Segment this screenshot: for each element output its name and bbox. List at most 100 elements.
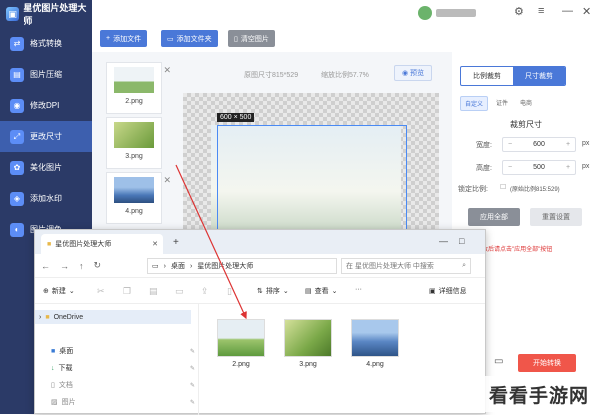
folder-icon: ■	[47, 240, 52, 248]
explorer-tab[interactable]: ■ 星优图片处理大师 ✕	[41, 234, 163, 254]
tab-ratio-crop[interactable]: 比例裁剪	[461, 67, 513, 85]
file-item[interactable]: 2.png	[211, 319, 271, 368]
add-folder-button[interactable]: ▭ 添加文件夹	[161, 30, 218, 47]
thumbnail	[114, 67, 154, 93]
sidebar-item-label: 美化图片	[30, 163, 62, 172]
explorer-tabbar: ■ 星优图片处理大师 ✕ + — □	[35, 230, 485, 254]
preview-button[interactable]: ◉ 预览	[394, 65, 432, 81]
file-item[interactable]: 2.png ✕	[106, 62, 171, 114]
settings-icon[interactable]: ⚙	[514, 5, 524, 18]
sort-label: 排序	[265, 288, 280, 295]
menu-icon[interactable]: ≡	[538, 5, 544, 17]
file-item[interactable]: 4.png	[345, 319, 405, 368]
plus-circle-icon: ⊕	[43, 288, 49, 295]
close-icon[interactable]: ✕	[582, 5, 591, 18]
minimize-icon[interactable]: —	[439, 236, 448, 246]
nav-item-downloads[interactable]: ↓ 下载 ✎	[51, 363, 195, 373]
nav-item-pictures[interactable]: ▨ 图片 ✎	[51, 397, 195, 407]
address-input[interactable]: ▭ › 桌面 › 星优图片处理大师	[147, 258, 337, 274]
add-file-button[interactable]: + 添加文件	[100, 30, 148, 47]
rename-icon[interactable]: ▭	[175, 286, 184, 297]
file-item[interactable]: 3.png	[106, 117, 162, 169]
sidebar-item-beautify[interactable]: ✿ 美化图片	[0, 152, 92, 183]
close-tab-icon[interactable]: ✕	[152, 240, 158, 248]
sidebar-item-format[interactable]: ⇄ 格式转换	[0, 28, 92, 59]
up-icon[interactable]: ↑	[79, 261, 84, 271]
sidebar-item-compress[interactable]: ▤ 图片压缩	[0, 59, 92, 90]
new-tab-icon[interactable]: +	[173, 237, 179, 248]
remove-icon[interactable]: ✕	[163, 175, 171, 186]
remove-icon[interactable]: ✕	[163, 65, 171, 76]
monitor-icon: ▭	[152, 263, 159, 270]
subtab-ecommerce[interactable]: 电商	[516, 96, 536, 111]
plus-icon[interactable]: +	[561, 164, 575, 171]
eye-icon: ◉	[401, 70, 409, 77]
tab-size-crop[interactable]: 尺寸裁剪	[513, 67, 565, 85]
minimize-icon[interactable]: —	[562, 5, 573, 17]
sidebar-item-watermark[interactable]: ◈ 添加水印	[0, 183, 92, 214]
search-icon: ⌕	[462, 262, 466, 269]
maximize-icon[interactable]: □	[459, 236, 464, 246]
breadcrumb-item[interactable]: 星优图片处理大师	[197, 261, 253, 271]
new-button[interactable]: ⊕ 新建 ⌄	[43, 286, 75, 296]
sidebar-item-label: 更改尺寸	[30, 132, 62, 141]
dpi-icon: ◉	[10, 98, 24, 113]
nav-item-onedrive[interactable]: › ■ OneDrive	[35, 310, 191, 324]
details-label: 详细信息	[438, 288, 467, 295]
lock-ratio-label: 锁定比例:	[458, 186, 488, 193]
delete-icon[interactable]: ▯	[227, 286, 232, 297]
file-name: 2.png	[125, 98, 143, 105]
minus-icon[interactable]: −	[503, 141, 517, 148]
width-stepper[interactable]: − 600 +	[502, 137, 576, 152]
crop-dimension-label: 600 × 500	[217, 113, 255, 122]
file-item[interactable]: 4.png ✕	[106, 172, 171, 224]
more-button[interactable]: ···	[355, 286, 362, 293]
nav-item-desktop[interactable]: ■ 桌面 ✎	[51, 346, 195, 356]
nav-label: 下载	[58, 365, 73, 372]
sidebar-item-label: 修改DPI	[30, 101, 60, 110]
ratio-checkbox[interactable]: ☐	[500, 183, 506, 191]
file-name: 3.png	[125, 153, 143, 160]
search-input[interactable]: 在 星优图片处理大师 中搜索 ⌕	[341, 258, 471, 274]
back-icon[interactable]: ←	[41, 261, 50, 271]
sort-button[interactable]: ⇅ 排序 ⌄	[257, 286, 289, 296]
copy-icon[interactable]: ❐	[123, 286, 131, 297]
file-explorer-window: ■ 星优图片处理大师 ✕ + — □ ← → ↑ ↻ ▭ › 桌面 › 星优图片…	[34, 229, 486, 415]
breadcrumb-item[interactable]: 桌面	[171, 261, 185, 271]
view-button[interactable]: ▤ 查看 ⌄	[305, 286, 338, 296]
file-name: 4.png	[366, 361, 384, 368]
paste-icon[interactable]: ▤	[149, 286, 158, 297]
cut-icon[interactable]: ✂	[97, 286, 105, 297]
plus-icon[interactable]: +	[561, 141, 575, 148]
reset-button[interactable]: 重置设置	[530, 208, 582, 226]
explorer-address-bar: ← → ↑ ↻ ▭ › 桌面 › 星优图片处理大师 在 星优图片处理大师 中搜索…	[35, 254, 485, 278]
clear-label: 清空图片	[240, 35, 269, 43]
forward-icon[interactable]: →	[60, 261, 69, 271]
apply-all-button[interactable]: 应用全部	[468, 208, 520, 226]
beautify-icon: ✿	[10, 160, 24, 175]
sidebar-item-dpi[interactable]: ◉ 修改DPI	[0, 90, 92, 121]
clear-button[interactable]: ▯ 清空图片	[228, 30, 275, 47]
watermark-icon: ◈	[10, 191, 24, 206]
sidebar-item-resize[interactable]: ⤢ 更改尺寸	[0, 121, 92, 152]
app-title: 星优图片处理大师	[23, 3, 87, 26]
subtab-id-photo[interactable]: 证件	[492, 96, 512, 111]
color-icon: ◐	[10, 222, 24, 237]
avatar[interactable]	[418, 6, 432, 20]
preview-label: 预览	[410, 70, 425, 77]
minus-icon[interactable]: −	[503, 164, 517, 171]
scale-text: 缩放比例57.7%	[321, 72, 369, 79]
nav-item-documents[interactable]: ▯ 文档 ✎	[51, 380, 195, 390]
share-icon[interactable]: ⇪	[201, 286, 209, 297]
output-folder-icon[interactable]: ▭	[494, 356, 503, 367]
add-file-label: 添加文件	[113, 35, 142, 43]
pin-icon: ✎	[189, 365, 195, 372]
file-item[interactable]: 3.png	[278, 319, 338, 368]
height-stepper[interactable]: − 500 +	[502, 160, 576, 175]
refresh-icon[interactable]: ↻	[94, 260, 102, 271]
height-label: 高度:	[476, 165, 492, 172]
breadcrumb-separator: ›	[189, 262, 193, 270]
subtab-custom[interactable]: 自定义	[460, 96, 489, 111]
start-button[interactable]: 开始转换	[518, 354, 576, 372]
details-button[interactable]: ▣ 详细信息	[429, 286, 467, 296]
